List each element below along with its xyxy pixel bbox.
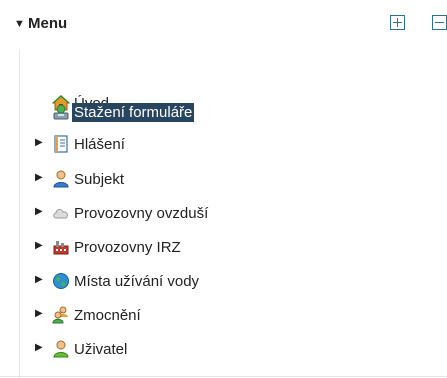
report-icon bbox=[52, 135, 70, 153]
menu-item-label: Uživatel bbox=[74, 340, 128, 358]
cloud-icon bbox=[52, 204, 70, 222]
menu-item-stazeni-formulare[interactable]: Stažení formuláře bbox=[52, 100, 195, 124]
menu-collapse-arrow[interactable]: ▼ bbox=[14, 18, 25, 30]
expand-arrow-icon[interactable]: ▶ bbox=[35, 172, 43, 183]
expand-arrow-icon[interactable]: ▶ bbox=[35, 206, 43, 217]
expand-all-button[interactable] bbox=[390, 15, 405, 30]
menu-item-provozovny-ovzdusi[interactable]: ▶ Provozovny ovzduší bbox=[35, 201, 210, 225]
menu-item-label: Provozovny ovzduší bbox=[74, 204, 209, 222]
left-divider bbox=[19, 50, 20, 378]
expand-arrow-icon[interactable]: ▶ bbox=[35, 342, 43, 353]
users-icon bbox=[52, 306, 70, 324]
expand-arrow-icon[interactable]: ▶ bbox=[35, 240, 43, 251]
menu-item-label: Hlášení bbox=[74, 135, 125, 153]
bottom-divider bbox=[0, 376, 447, 377]
menu-header: ▼ Menu bbox=[0, 0, 447, 50]
factory-icon bbox=[52, 238, 70, 256]
menu-item-label: Stažení formuláře bbox=[72, 102, 195, 122]
menu-item-provozovny-irz[interactable]: ▶ Provozovny IRZ bbox=[35, 235, 183, 259]
person-icon bbox=[52, 170, 70, 188]
menu-item-uzivatel[interactable]: ▶ Uživatel bbox=[35, 337, 129, 361]
menu-item-label: Provozovny IRZ bbox=[74, 238, 181, 256]
user-green-icon bbox=[52, 340, 70, 358]
menu-item-subjekt[interactable]: ▶ Subjekt bbox=[35, 167, 126, 191]
menu-item-label: Subjekt bbox=[74, 170, 125, 188]
menu-item-zmocneni[interactable]: ▶ Zmocnění bbox=[35, 303, 143, 327]
download-form-icon bbox=[52, 103, 70, 121]
expand-arrow-icon[interactable]: ▶ bbox=[35, 274, 43, 285]
menu-item-hlaseni[interactable]: ▶ Hlášení bbox=[35, 132, 127, 156]
menu-item-label: Zmocnění bbox=[74, 306, 141, 324]
globe-icon bbox=[52, 272, 70, 290]
collapse-all-button[interactable] bbox=[432, 15, 447, 30]
menu-item-label: Místa užívání vody bbox=[74, 272, 200, 290]
expand-arrow-icon[interactable]: ▶ bbox=[35, 308, 43, 319]
menu-item-mista-uzivani-vody[interactable]: ▶ Místa užívání vody bbox=[35, 269, 201, 293]
menu-panel: ▼ Menu Úvod bbox=[0, 0, 447, 378]
menu-title[interactable]: Menu bbox=[28, 15, 67, 32]
expand-arrow-icon[interactable]: ▶ bbox=[35, 137, 43, 148]
